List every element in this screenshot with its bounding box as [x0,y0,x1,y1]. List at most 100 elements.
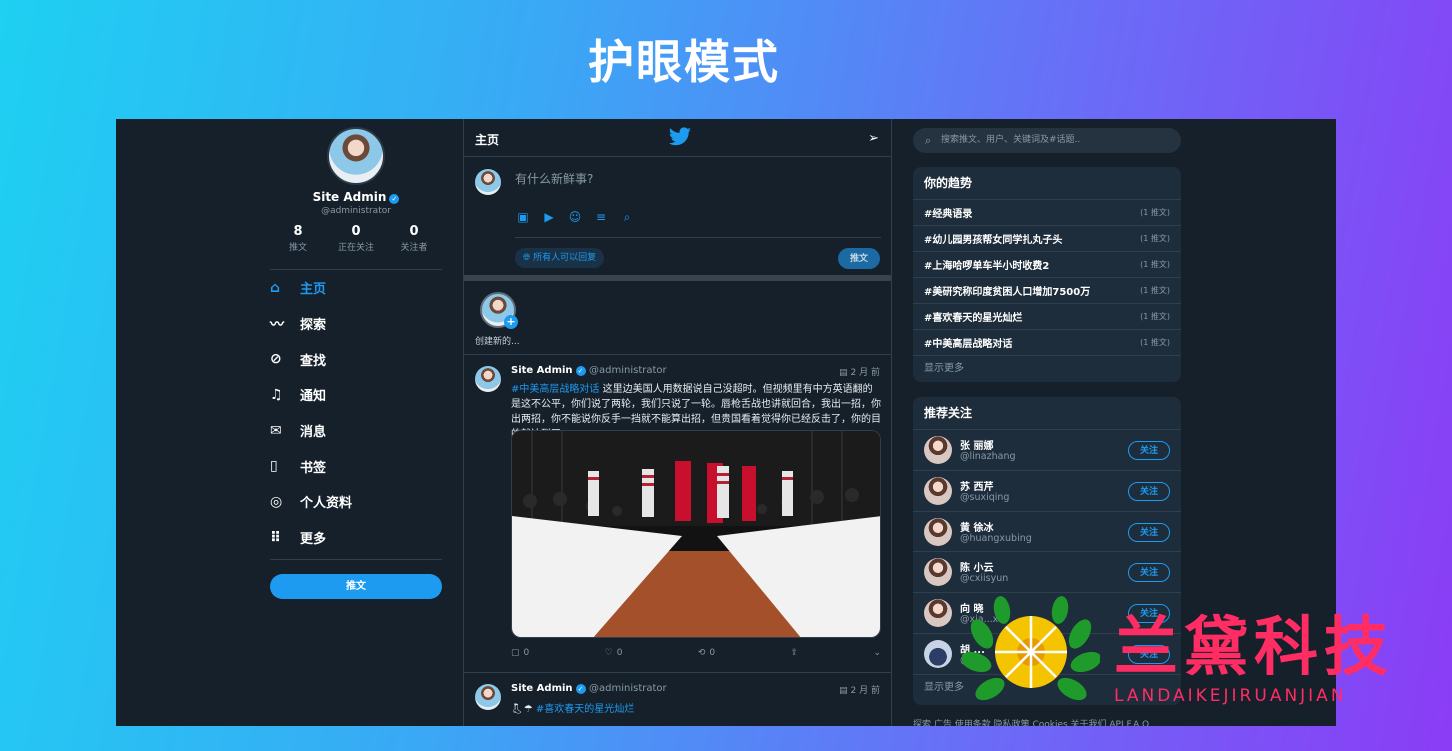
follow-button[interactable]: 关注 [1128,563,1170,583]
nav-label: 主页 [300,282,327,298]
tweet-hashtag-link[interactable]: #中美高层战略对话 [511,384,599,395]
profile-stats: 8 推文 0 正在关注 0 关注者 [270,224,442,253]
tweet-handle: @administrator [589,365,667,376]
sunflower-emblem-icon [962,596,1100,701]
stat-followers[interactable]: 0 关注者 [386,224,442,253]
trend-name: #美研究称印度贫困人口增加7500万 [924,287,1091,298]
avatar[interactable] [924,476,952,505]
sidebar-tweet-button[interactable]: 推文 [270,574,442,599]
user-handle: @suxiqing [960,491,1010,503]
tweet-avatar[interactable] [475,366,501,392]
reply-setting-button[interactable]: 🌐︎ 所有人可以回复 [515,248,605,268]
stat-label: 关注者 [400,243,428,253]
page-title: 主页 [475,133,500,147]
tweet-time: ▤ 2 月 前 [839,365,880,378]
follow-button[interactable]: 关注 [1128,441,1170,460]
nav-label: 书签 [300,460,327,476]
follow-button[interactable]: 关注 [1128,481,1170,501]
suggested-user[interactable]: 张 丽娜 @linazhang 关注 [913,430,1181,471]
compose-input[interactable]: 有什么新鲜事? [515,170,593,187]
avatar[interactable] [924,517,952,546]
nav-item-search[interactable]: ⊘ 查找 [270,341,442,377]
grid-icon: ⠿ [270,529,281,546]
more-button[interactable]: ⌄ [873,648,881,658]
nav-item-home[interactable]: ⌂ 主页 [270,270,442,306]
send-icon[interactable]: ➢ [868,131,879,146]
reply-setting-label: 所有人可以回复 [533,253,597,263]
tweet-avatar[interactable] [475,684,501,710]
user-handle: @linazhang [960,451,1016,462]
poll-icon[interactable]: ≡ [593,209,609,225]
suggested-user[interactable]: 陈 小云 @cxiisyun 关注 [913,552,1181,594]
trend-count: (1 推文) [1140,234,1170,243]
image-icon[interactable]: ▣ [515,209,531,225]
trend-item[interactable]: #经典语录 (1 推文) [913,200,1181,226]
nav-item-messages[interactable]: ✉ 消息 [270,413,442,449]
profile-name-row[interactable]: Site Admin ✓ [270,190,442,204]
main-timeline: 主页 ➢ 有什么新鲜事? ▣ ▶ ☺ ≡ ⌕ 🌐︎ 所有人可以回复 推文 + 创… [463,119,892,726]
trend-count: (1 推文) [1140,260,1170,269]
tweet-image[interactable] [511,430,881,638]
nav-item-profile[interactable]: ◎ 个人资料 [270,484,442,520]
avatar[interactable] [924,599,952,628]
suggested-user[interactable]: 苏 西芹 @suxiqing 关注 [913,471,1181,512]
watermark-subtitle: LANDAIKEJIRUANJIAN [1114,686,1347,706]
search-placeholder: 搜索推文、用户、关键词及#话题.. [941,135,1081,145]
video-icon[interactable]: ▶ [541,209,557,225]
verified-icon: ✓ [575,366,586,376]
nav-item-bookmarks[interactable]: ▯ 书签 [270,448,442,484]
calendar-icon: ▤ [839,686,851,696]
stat-num: 0 [351,224,361,239]
avatar[interactable] [924,436,952,464]
tweet-item[interactable]: Site Admin ✓ @administrator ▤ 2 月 前 👢︎☂︎ … [464,673,891,726]
trend-item[interactable]: #喜欢春天的星光灿烂 (1 推文) [913,304,1181,330]
nav-item-more[interactable]: ⠿ 更多 [270,520,442,556]
plus-icon[interactable]: + [504,315,518,329]
retweet-button[interactable]: ⟲ 0 [698,648,715,658]
nav-label: 消息 [300,425,327,441]
trends-show-more-link[interactable]: 显示更多 [913,356,1181,381]
nav-item-explore[interactable]: 〰 探索 [270,306,442,342]
trend-name: #喜欢春天的星光灿烂 [924,313,1023,324]
search-icon: ⌕ [925,134,932,147]
profile-handle: @administrator [321,206,391,216]
verified-icon: ✓ [575,684,586,694]
footer-links[interactable]: 探索 广告 使用条款 隐私政策 Cookies 关于我们 API F.A.Q [913,717,1149,726]
tweet-author-name: Site Admin [511,683,573,694]
suggested-user[interactable]: 黄 徐冰 @huangxubing 关注 [913,512,1181,553]
trend-count: (1 推文) [1140,312,1170,321]
avatar[interactable] [924,558,952,587]
nav-label: 探索 [300,318,327,334]
avatar[interactable] [924,639,952,668]
compose-divider [515,237,881,238]
twitter-bird-icon[interactable] [667,125,693,149]
trend-item[interactable]: #上海哈啰单车半小时收费2 (1 推文) [913,252,1181,278]
tweet-time-text: 2 月 前 [850,368,880,378]
search-input[interactable]: ⌕ 搜索推文、用户、关键词及#话题.. [913,128,1181,153]
tweet-item[interactable]: Site Admin ✓ @administrator ▤ 2 月 前 #中美高层… [464,355,891,673]
tweet-handle: @administrator [589,683,667,694]
tweet-hashtag-link[interactable]: #喜欢春天的星光灿烂 [536,704,634,715]
like-button[interactable]: ♡ 0 [605,648,623,658]
trend-item[interactable]: #中美高层战略对话 (1 推文) [913,330,1181,356]
tweet-author[interactable]: Site Admin ✓ @administrator [511,683,667,694]
search-icon[interactable]: ⌕ [619,209,635,225]
nav-item-notifications[interactable]: ♫ 通知 [270,377,442,413]
share-icon: ⇪ [790,648,799,658]
reply-button[interactable]: ▢ 0 [511,648,529,658]
emoji-icon[interactable]: ☺ [567,209,583,225]
follow-button[interactable]: 关注 [1128,522,1170,542]
stat-following[interactable]: 0 正在关注 [328,224,384,253]
create-story-label: 创建新的... [475,337,520,347]
stat-tweets[interactable]: 8 推文 [270,224,326,253]
calendar-icon: ▤ [839,368,851,378]
trend-item[interactable]: #美研究称印度贫困人口增加7500万 (1 推文) [913,278,1181,304]
compose-submit-button[interactable]: 推文 [838,248,880,269]
tweet-actions: ▢ 0 ♡ 0 ⟲ 0 ⇪ ⌄ [511,648,881,658]
share-button[interactable]: ⇪ [791,648,799,658]
trends-card: 你的趋势 #经典语录 (1 推文) #幼儿园男孩帮女同学扎丸子头 (1 推文) #上… [913,167,1181,382]
tweet-author[interactable]: Site Admin ✓ @administrator [511,365,667,376]
profile-avatar[interactable] [327,127,385,185]
nav-label: 通知 [300,389,327,405]
trend-item[interactable]: #幼儿园男孩帮女同学扎丸子头 (1 推文) [913,226,1181,252]
